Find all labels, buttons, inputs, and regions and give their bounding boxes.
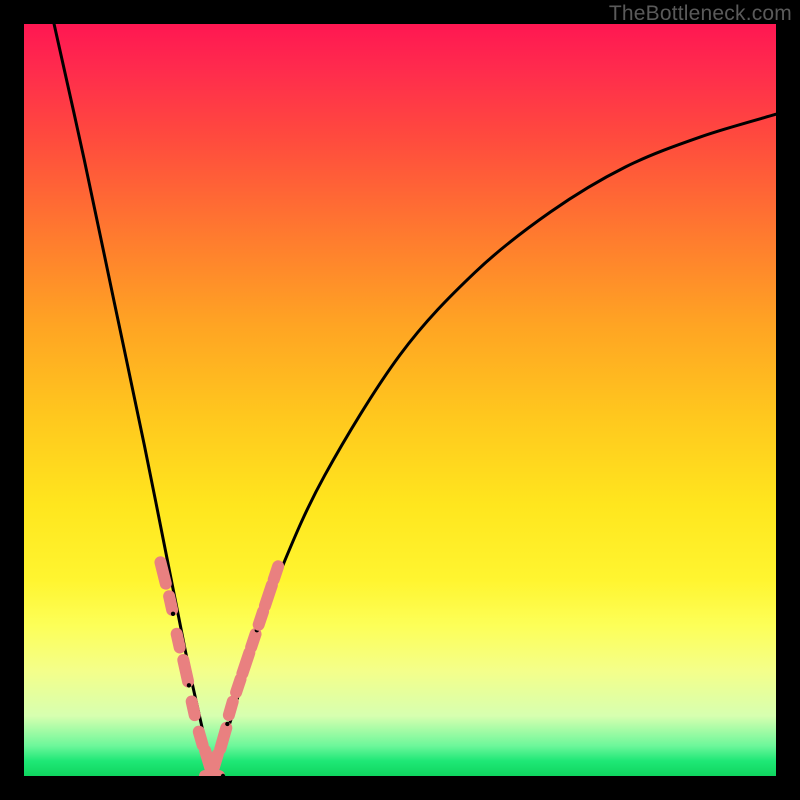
marker-segment <box>236 679 240 692</box>
bottleneck-curve <box>54 24 776 776</box>
marker-segment <box>242 653 249 674</box>
marker-segment <box>259 611 263 624</box>
marker-cluster <box>160 562 278 776</box>
marker-segment <box>214 754 218 767</box>
marker-segment <box>192 701 195 715</box>
marker-segment <box>229 702 233 715</box>
marker-segment <box>199 732 203 745</box>
marker-gap-dot <box>171 612 175 616</box>
marker-segment <box>183 660 188 681</box>
marker-segment <box>160 562 165 583</box>
marker-segment <box>274 566 278 579</box>
marker-segment <box>169 596 172 610</box>
chart-frame: TheBottleneck.com <box>0 0 800 800</box>
marker-gap-dot <box>225 722 229 726</box>
marker-gap-dot <box>187 683 191 687</box>
marker-segment <box>220 728 226 749</box>
marker-segment <box>177 634 180 648</box>
plot-area <box>24 24 776 776</box>
watermark-text: TheBottleneck.com <box>609 2 792 26</box>
marker-segment <box>251 634 255 647</box>
curve-svg <box>24 24 776 776</box>
marker-segment <box>265 585 272 606</box>
